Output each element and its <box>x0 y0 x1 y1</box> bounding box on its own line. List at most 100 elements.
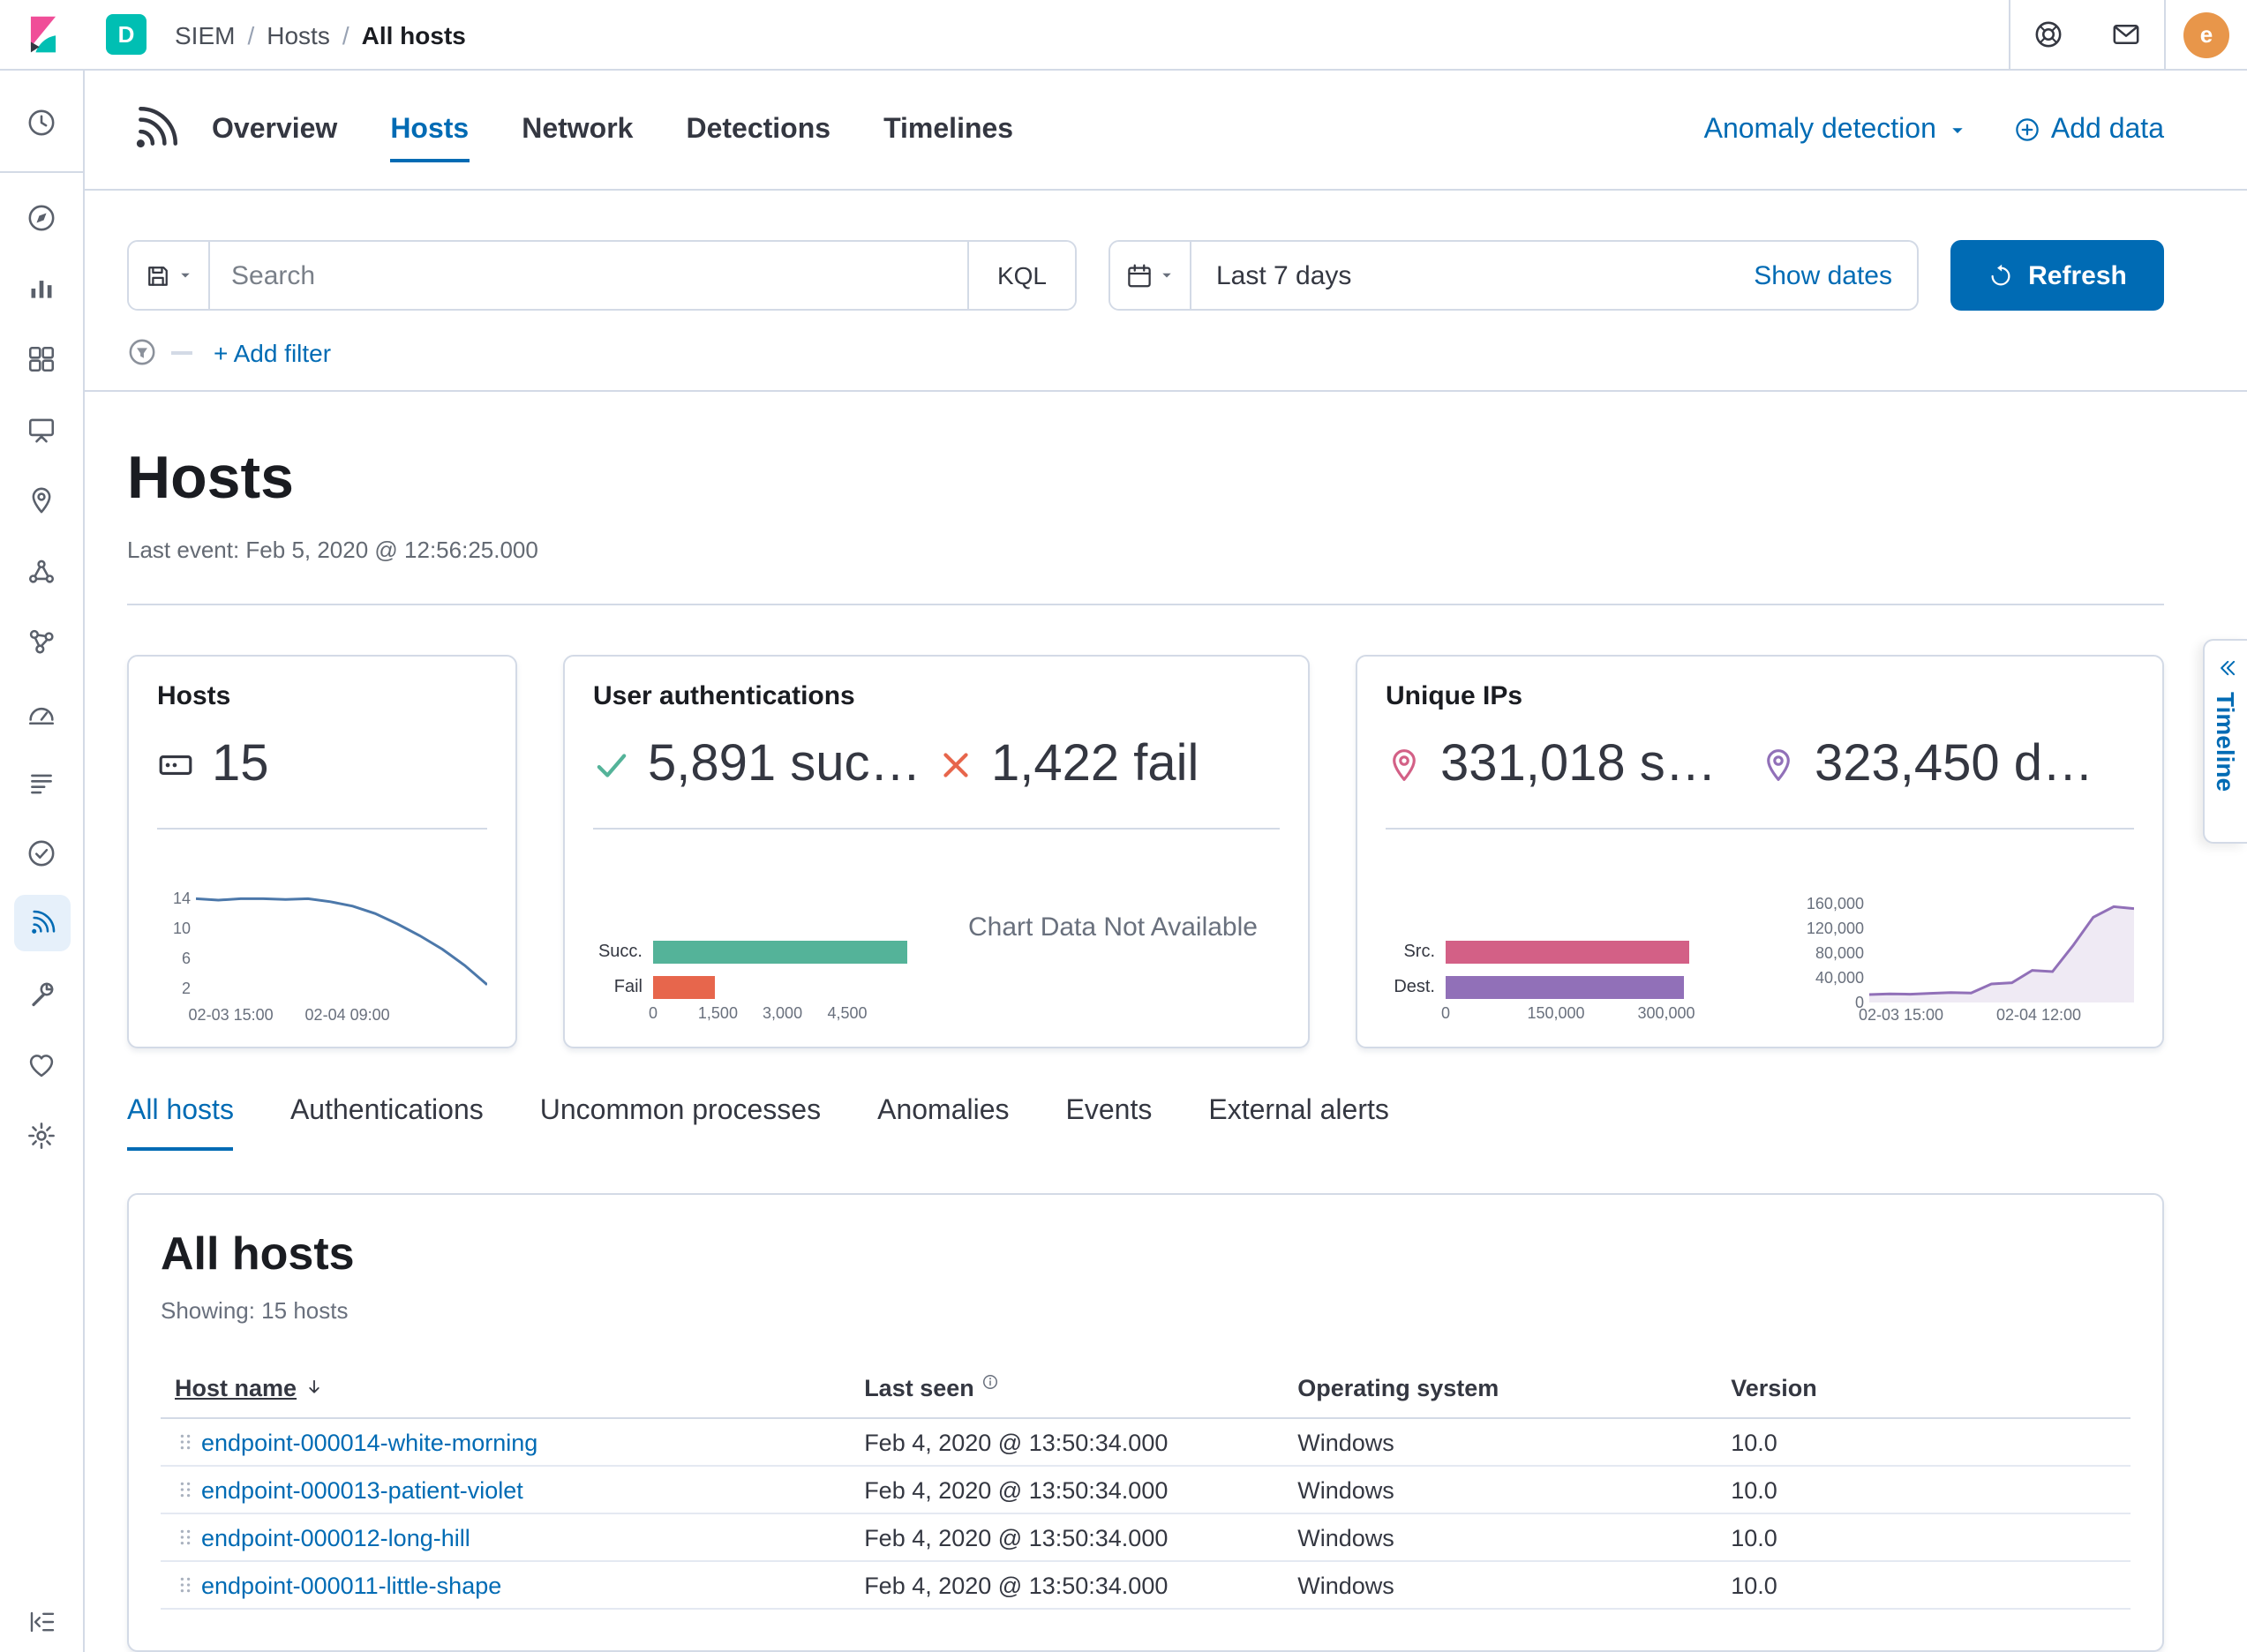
sidebar-item-maps[interactable] <box>13 471 70 528</box>
calendar-button[interactable] <box>1110 242 1191 309</box>
sidebar-item-siem[interactable] <box>13 895 70 951</box>
siem-tab-overview[interactable]: Overview <box>212 71 337 189</box>
siem-tab-detections[interactable]: Detections <box>686 71 830 189</box>
source-ips-stat: 331,018 s… <box>1386 736 1760 794</box>
section-tab-uncommon-processes[interactable]: Uncommon processes <box>540 1096 821 1151</box>
date-range-label[interactable]: Last 7 days <box>1191 260 1376 290</box>
os-cell: Windows <box>1283 1561 1717 1609</box>
last-seen-cell: Feb 4, 2020 @ 13:50:34.000 <box>850 1466 1283 1513</box>
add-data-button[interactable]: Add data <box>2014 114 2164 146</box>
kibana-logo[interactable] <box>0 12 85 56</box>
source-pin-icon <box>1386 747 1423 784</box>
host-link-endpoint-000012-long-hill[interactable]: endpoint-000012-long-hill <box>201 1524 470 1551</box>
space-badge[interactable]: D <box>106 14 147 55</box>
column-header-last-seen[interactable]: Last seen <box>864 1375 974 1401</box>
sidebar-item-management[interactable] <box>13 1107 70 1163</box>
auth-fail-stat: 1,422 fail <box>936 736 1280 794</box>
host-link-endpoint-000013-patient-violet[interactable]: endpoint-000013-patient-violet <box>201 1476 523 1503</box>
saved-query-button[interactable] <box>129 242 210 309</box>
kql-button[interactable]: KQL <box>967 242 1075 309</box>
help-button[interactable] <box>2009 0 2086 69</box>
user-menu[interactable]: e <box>2164 0 2247 69</box>
recently-viewed-button[interactable] <box>13 94 70 150</box>
drag-handle-icon[interactable] <box>175 1431 196 1453</box>
caret-down-icon <box>176 267 193 284</box>
drag-handle-icon[interactable] <box>175 1527 196 1548</box>
chevron-down-icon <box>1947 119 1968 140</box>
app-icon <box>26 696 56 726</box>
column-header-version[interactable]: Version <box>1731 1374 1817 1400</box>
calendar-icon <box>1125 262 1152 289</box>
app-icon <box>26 1049 56 1079</box>
breadcrumb-item-all-hosts[interactable]: All hosts <box>362 20 466 49</box>
column-header-operating-system[interactable]: Operating system <box>1297 1374 1499 1400</box>
add-filter-button[interactable]: + Add filter <box>214 338 331 366</box>
cross-icon <box>936 747 973 784</box>
sidebar-item-visualize[interactable] <box>13 259 70 316</box>
card-title: Hosts <box>157 681 487 711</box>
sidebar-item-metrics[interactable] <box>13 683 70 740</box>
newsfeed-button[interactable] <box>2086 0 2164 69</box>
auth-success-value: 5,891 suc… <box>648 736 921 794</box>
refresh-button[interactable]: Refresh <box>1950 240 2164 311</box>
query-bar: KQL Last 7 days Show dates Refresh <box>85 191 2247 311</box>
host-link-endpoint-000014-white-morning[interactable]: endpoint-000014-white-morning <box>201 1429 537 1455</box>
app-icon <box>26 343 56 373</box>
section-tab-anomalies[interactable]: Anomalies <box>877 1096 1009 1151</box>
source-ips-value: 331,018 s… <box>1440 736 1717 794</box>
host-link-endpoint-000011-little-shape[interactable]: endpoint-000011-little-shape <box>201 1572 501 1598</box>
sidebar-item-graph[interactable] <box>13 612 70 669</box>
drag-handle-icon[interactable] <box>175 1574 196 1596</box>
collapse-nav-button[interactable] <box>13 1599 70 1645</box>
section-tab-events[interactable]: Events <box>1066 1096 1153 1151</box>
all-hosts-panel: All hosts Showing: 15 hosts Host name La… <box>127 1193 2164 1652</box>
top-header: D SIEM / Hosts / All hosts <box>0 0 2247 71</box>
section-tab-external-alerts[interactable]: External alerts <box>1208 1096 1389 1151</box>
section-tab-all-hosts[interactable]: All hosts <box>127 1096 234 1151</box>
table-row: endpoint-000013-patient-violet Feb 4, 20… <box>161 1466 2131 1513</box>
sort-down-icon <box>304 1376 325 1397</box>
sidebar-item-discover[interactable] <box>13 189 70 245</box>
anomaly-detection-dropdown[interactable]: Anomaly detection <box>1704 114 1968 146</box>
siem-tab-timelines[interactable]: Timelines <box>883 71 1013 189</box>
breadcrumb-separator: / <box>342 20 349 49</box>
sidebar-item-canvas[interactable] <box>13 401 70 457</box>
collapse-nav-icon <box>27 1608 56 1636</box>
breadcrumb-item-siem[interactable]: SIEM <box>175 20 235 49</box>
host-icon <box>157 747 194 784</box>
sidebar-item-dashboard[interactable] <box>13 330 70 387</box>
hosts-count: 15 <box>212 736 269 794</box>
siem-tab-hosts[interactable]: Hosts <box>390 71 469 189</box>
timeline-flyout-toggle[interactable]: Timeline <box>2203 639 2247 844</box>
version-cell: 10.0 <box>1717 1466 2131 1513</box>
drag-handle-icon[interactable] <box>175 1479 196 1500</box>
sidebar-item-dev-tools[interactable] <box>13 965 70 1022</box>
app-icon <box>26 767 56 797</box>
app-icon <box>26 484 56 514</box>
search-input[interactable] <box>210 242 967 309</box>
help-icon <box>2033 19 2063 49</box>
auth-fail-value: 1,422 fail <box>991 736 1199 794</box>
siem-tab-network[interactable]: Network <box>522 71 633 189</box>
last-seen-cell: Feb 4, 2020 @ 13:50:34.000 <box>850 1513 1283 1561</box>
kibana-siem-hosts-page: D SIEM / Hosts / All hosts <box>0 0 2247 1652</box>
app-icon <box>26 1120 56 1150</box>
date-picker: Last 7 days Show dates <box>1108 240 1919 311</box>
divider <box>127 604 2164 605</box>
sidebar-item-stack-monitoring[interactable] <box>13 1036 70 1093</box>
show-dates-button[interactable]: Show dates <box>1729 260 1917 290</box>
os-cell: Windows <box>1283 1418 1717 1466</box>
section-tab-authentications[interactable]: Authentications <box>290 1096 484 1151</box>
sidebar-item-uptime[interactable] <box>13 824 70 881</box>
card-title: User authentications <box>593 681 1280 711</box>
sidebar-item-logs[interactable] <box>13 754 70 810</box>
sidebar-item-machine-learning[interactable] <box>13 542 70 598</box>
header-actions: e <box>2009 0 2247 69</box>
kibana-logo-icon <box>20 12 64 56</box>
table-row: endpoint-000014-white-morning Feb 4, 202… <box>161 1418 2131 1466</box>
breadcrumb-item-hosts[interactable]: Hosts <box>267 20 330 49</box>
column-header-host-name[interactable]: Host name <box>175 1374 297 1400</box>
filter-icon <box>127 337 157 367</box>
app-icon <box>26 626 56 656</box>
sidebar-nav <box>13 182 70 1170</box>
